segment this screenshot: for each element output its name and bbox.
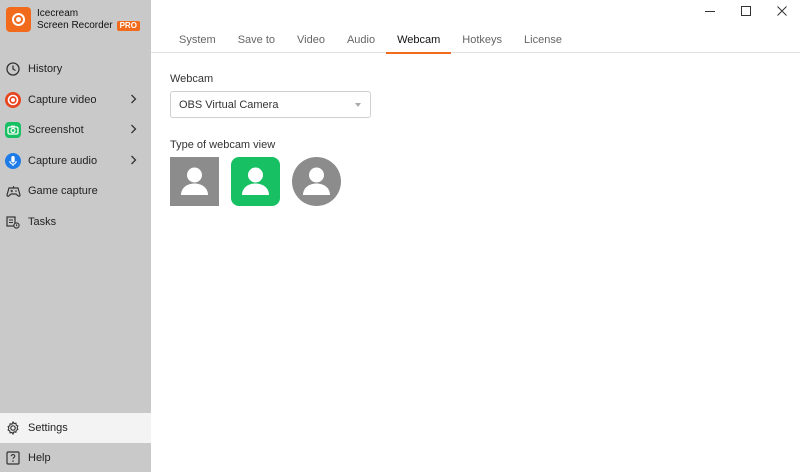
sidebar-item-game-capture[interactable]: Game capture <box>0 176 151 207</box>
app-name-line2: Screen Recorder <box>37 19 113 31</box>
maximize-button[interactable] <box>728 0 764 22</box>
webcam-select[interactable]: OBS Virtual Camera <box>170 91 371 118</box>
minimize-icon <box>705 11 715 12</box>
tasks-icon <box>5 214 21 230</box>
tab-system[interactable]: System <box>168 27 227 53</box>
sidebar-bottom-nav: Settings Help <box>0 413 151 472</box>
clock-icon <box>5 61 21 77</box>
sidebar-nav: History Capture video Screenshot Capture… <box>0 54 151 237</box>
sidebar-item-history[interactable]: History <box>0 54 151 85</box>
sidebar-item-label: History <box>28 63 63 76</box>
sidebar-item-label: Capture audio <box>28 154 98 167</box>
webcam-view-options <box>170 157 371 206</box>
tab-hotkeys[interactable]: Hotkeys <box>451 27 513 53</box>
maximize-icon <box>741 6 751 16</box>
webcam-settings-panel: Webcam OBS Virtual Camera Type of webcam… <box>170 73 371 206</box>
webcam-view-square[interactable] <box>170 157 219 206</box>
app-name: Icecream Screen Recorder PRO <box>37 8 140 32</box>
gamepad-icon <box>5 183 21 199</box>
tab-license[interactable]: License <box>513 27 573 53</box>
microphone-icon <box>5 152 21 169</box>
window-controls <box>692 0 800 22</box>
caret-down-icon <box>355 103 361 107</box>
record-icon <box>5 91 21 108</box>
user-icon <box>303 167 330 195</box>
webcam-label: Webcam <box>170 73 214 85</box>
sidebar-item-label: Settings <box>28 422 68 434</box>
settings-tabs: System Save to Video Audio Webcam Hotkey… <box>151 27 800 54</box>
close-icon <box>777 6 787 16</box>
chevron-right-icon <box>130 124 137 137</box>
sidebar-item-settings[interactable]: Settings <box>0 413 151 443</box>
user-icon <box>181 167 208 195</box>
close-button[interactable] <box>764 0 800 22</box>
sidebar: Icecream Screen Recorder PRO History Cap… <box>0 0 151 472</box>
sidebar-item-help[interactable]: Help <box>0 443 151 472</box>
camera-icon <box>5 122 21 139</box>
sidebar-item-label: Capture video <box>28 93 97 106</box>
tab-audio[interactable]: Audio <box>336 27 386 53</box>
sidebar-item-label: Help <box>28 452 51 464</box>
chevron-right-icon <box>130 155 137 168</box>
sidebar-item-capture-audio[interactable]: Capture audio <box>0 146 151 177</box>
sidebar-item-label: Tasks <box>28 215 57 228</box>
app-name-line1: Icecream <box>37 7 79 19</box>
user-icon <box>242 167 269 195</box>
webcam-view-rounded[interactable] <box>231 157 280 206</box>
sidebar-item-capture-video[interactable]: Capture video <box>0 85 151 116</box>
pro-badge: PRO <box>116 20 140 31</box>
app-brand: Icecream Screen Recorder PRO <box>6 7 140 32</box>
help-icon <box>5 450 21 466</box>
chevron-right-icon <box>130 94 137 107</box>
sidebar-item-label: Game capture <box>28 185 98 198</box>
webcam-view-circle[interactable] <box>292 157 341 206</box>
tab-video[interactable]: Video <box>286 27 336 53</box>
gear-icon <box>5 420 21 436</box>
tab-save-to[interactable]: Save to <box>227 27 286 53</box>
webcam-select-value: OBS Virtual Camera <box>179 98 279 111</box>
minimize-button[interactable] <box>692 0 728 22</box>
sidebar-item-tasks[interactable]: Tasks <box>0 207 151 238</box>
app-logo-icon <box>6 7 31 32</box>
sidebar-item-label: Screenshot <box>28 124 84 137</box>
tab-webcam[interactable]: Webcam <box>386 27 452 54</box>
webcam-view-label: Type of webcam view <box>170 139 276 151</box>
sidebar-item-screenshot[interactable]: Screenshot <box>0 115 151 146</box>
